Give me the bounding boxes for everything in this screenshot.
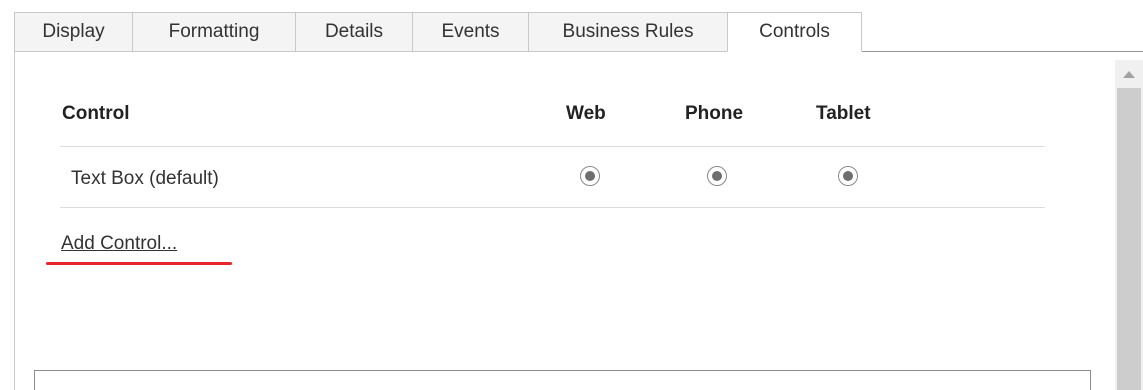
- tab-business-rules[interactable]: Business Rules: [528, 12, 727, 52]
- grid-divider: [60, 207, 1045, 208]
- column-header-tablet: Tablet: [816, 103, 871, 124]
- tab-strip-baseline: [862, 51, 1143, 52]
- column-header-web: Web: [566, 103, 606, 124]
- web-radio-button[interactable]: [580, 166, 600, 186]
- lower-content-box: [34, 370, 1091, 390]
- column-header-phone: Phone: [685, 103, 744, 124]
- control-row-label: Text Box (default): [71, 168, 219, 189]
- tab-events[interactable]: Events: [412, 12, 528, 52]
- tab-display[interactable]: Display: [14, 12, 132, 52]
- tab-details[interactable]: Details: [295, 12, 412, 52]
- tablet-radio-button[interactable]: [838, 166, 858, 186]
- panel-border: [14, 51, 15, 390]
- column-header-control: Control: [62, 103, 130, 124]
- form-properties-panel: Display Formatting Details Events Busine…: [0, 0, 1143, 390]
- phone-radio-button[interactable]: [707, 166, 727, 186]
- grid-divider: [60, 146, 1045, 147]
- tab-strip: Display Formatting Details Events Busine…: [14, 12, 862, 52]
- tab-controls[interactable]: Controls: [727, 12, 862, 52]
- add-control-link[interactable]: Add Control...: [61, 233, 177, 255]
- annotation-underline: [46, 262, 232, 265]
- tab-formatting[interactable]: Formatting: [132, 12, 295, 52]
- scroll-up-arrow-icon[interactable]: [1115, 60, 1143, 88]
- scrollbar-thumb[interactable]: [1117, 88, 1141, 390]
